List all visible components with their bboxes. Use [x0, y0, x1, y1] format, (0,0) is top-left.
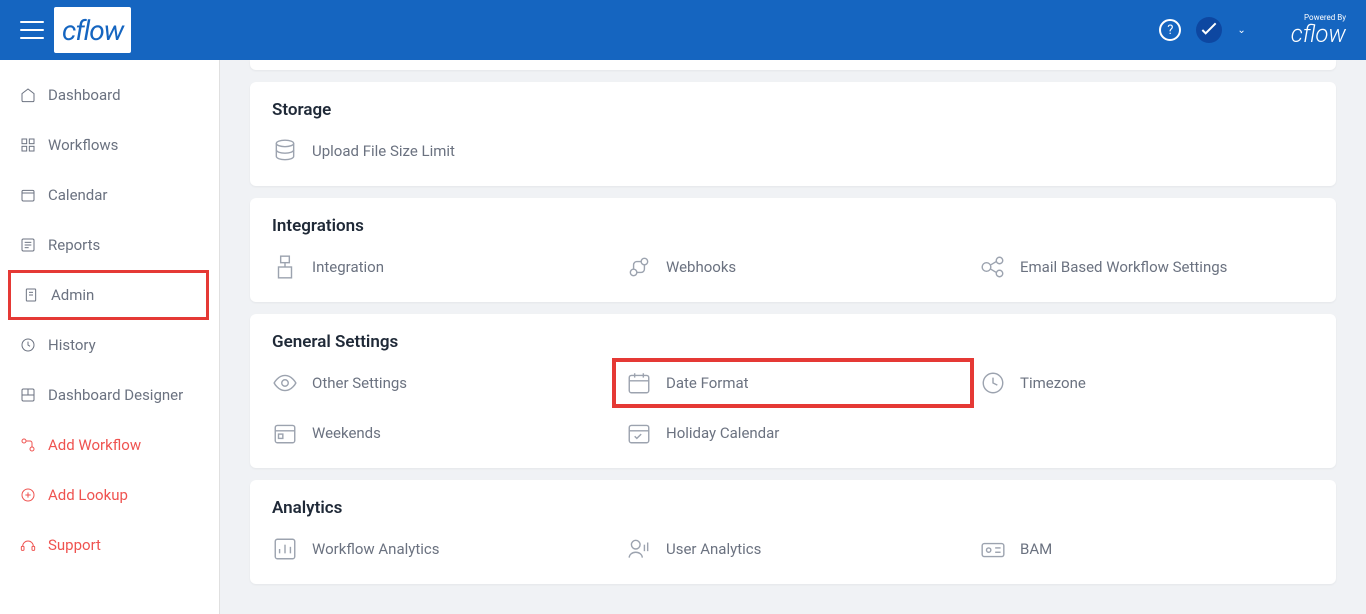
setting-webhooks[interactable]: Webhooks: [626, 254, 960, 280]
card-integrations: Integrations Integration Webhooks Email …: [250, 198, 1336, 302]
card-title: Analytics: [272, 498, 1314, 518]
sidebar-item-label: Support: [48, 536, 101, 554]
sidebar-item-label: Dashboard: [48, 86, 121, 104]
setting-label: Workflow Analytics: [312, 540, 440, 558]
sidebar-item-label: Calendar: [48, 186, 108, 204]
admin-icon: [23, 287, 39, 303]
add-workflow-icon: [20, 437, 36, 453]
sidebar-item-dashboard-designer[interactable]: Dashboard Designer: [0, 370, 219, 420]
sidebar-item-label: Workflows: [48, 136, 118, 154]
setting-label: User Analytics: [666, 540, 761, 558]
setting-label: Date Format: [666, 374, 749, 392]
setting-label: Webhooks: [666, 258, 736, 276]
card-analytics: Analytics Workflow Analytics User Analyt…: [250, 480, 1336, 584]
chevron-down-icon[interactable]: ⌄: [1237, 25, 1245, 36]
card-storage: Storage Upload File Size Limit: [250, 82, 1336, 186]
chart-icon: [272, 536, 298, 562]
card-title: Integrations: [272, 216, 1314, 236]
hamburger-menu-icon[interactable]: [20, 21, 44, 39]
designer-icon: [20, 387, 36, 403]
user-analytics-icon: [626, 536, 652, 562]
app-logo[interactable]: cflow: [54, 7, 131, 53]
sidebar-action-add-workflow[interactable]: Add Workflow: [0, 420, 219, 470]
setting-label: Other Settings: [312, 374, 407, 392]
sidebar-item-dashboard[interactable]: Dashboard: [0, 70, 219, 120]
add-lookup-icon: [20, 487, 36, 503]
setting-label: Upload File Size Limit: [312, 142, 455, 160]
setting-timezone[interactable]: Timezone: [980, 370, 1314, 396]
setting-upload-file-size-limit[interactable]: Upload File Size Limit: [272, 138, 606, 164]
setting-holiday-calendar[interactable]: Holiday Calendar: [626, 420, 960, 446]
header-right: ? ⌄ Powered By cflow: [1159, 14, 1346, 46]
powered-by: Powered By cflow: [1291, 14, 1346, 46]
setting-label: Holiday Calendar: [666, 424, 779, 442]
sidebar-item-reports[interactable]: Reports: [0, 220, 219, 270]
setting-date-format[interactable]: Date Format: [612, 358, 974, 408]
setting-weekends[interactable]: Weekends: [272, 420, 606, 446]
sidebar-item-admin[interactable]: Admin: [8, 270, 209, 320]
sidebar-action-add-lookup[interactable]: Add Lookup: [0, 470, 219, 520]
sidebar-item-label: Dashboard Designer: [48, 386, 183, 404]
bam-icon: [980, 536, 1006, 562]
setting-integration[interactable]: Integration: [272, 254, 606, 280]
home-icon: [20, 87, 36, 103]
database-icon: [272, 138, 298, 164]
app-header: cflow ? ⌄ Powered By cflow: [0, 0, 1366, 60]
holiday-icon: [626, 420, 652, 446]
setting-bam[interactable]: BAM: [980, 536, 1314, 562]
setting-email-workflow[interactable]: Email Based Workflow Settings: [980, 254, 1314, 280]
grid-icon: [20, 137, 36, 153]
setting-label: BAM: [1020, 540, 1052, 558]
sidebar-item-label: Admin: [51, 286, 94, 304]
setting-other-settings[interactable]: Other Settings: [272, 370, 606, 396]
main-content: Storage Upload File Size Limit Integrati…: [220, 60, 1366, 614]
sidebar-item-label: Add Lookup: [48, 486, 128, 504]
history-icon: [20, 337, 36, 353]
sidebar-item-calendar[interactable]: Calendar: [0, 170, 219, 220]
support-icon: [20, 537, 36, 553]
clock-icon: [980, 370, 1006, 396]
card-general-settings: General Settings Other Settings Date For…: [250, 314, 1336, 468]
setting-label: Timezone: [1020, 374, 1086, 392]
sidebar-item-label: History: [48, 336, 96, 354]
calendar-icon: [20, 187, 36, 203]
integration-icon: [272, 254, 298, 280]
setting-label: Integration: [312, 258, 384, 276]
sidebar-item-label: Reports: [48, 236, 100, 254]
setting-user-analytics[interactable]: User Analytics: [626, 536, 960, 562]
sidebar-action-support[interactable]: Support: [0, 520, 219, 570]
header-left: cflow: [20, 7, 131, 53]
help-icon[interactable]: ?: [1159, 19, 1181, 41]
setting-label: Email Based Workflow Settings: [1020, 258, 1227, 276]
card-top-spacer: [250, 60, 1336, 70]
webhooks-icon: [626, 254, 652, 280]
weekends-icon: [272, 420, 298, 446]
sidebar-item-history[interactable]: History: [0, 320, 219, 370]
card-title: Storage: [272, 100, 1314, 120]
setting-workflow-analytics[interactable]: Workflow Analytics: [272, 536, 606, 562]
setting-label: Weekends: [312, 424, 381, 442]
card-title: General Settings: [272, 332, 1314, 352]
email-workflow-icon: [980, 254, 1006, 280]
user-avatar[interactable]: [1196, 17, 1222, 43]
sidebar: Dashboard Workflows Calendar Reports Adm…: [0, 60, 220, 614]
eye-icon: [272, 370, 298, 396]
reports-icon: [20, 237, 36, 253]
date-icon: [626, 370, 652, 396]
sidebar-item-label: Add Workflow: [48, 436, 141, 454]
sidebar-item-workflows[interactable]: Workflows: [0, 120, 219, 170]
